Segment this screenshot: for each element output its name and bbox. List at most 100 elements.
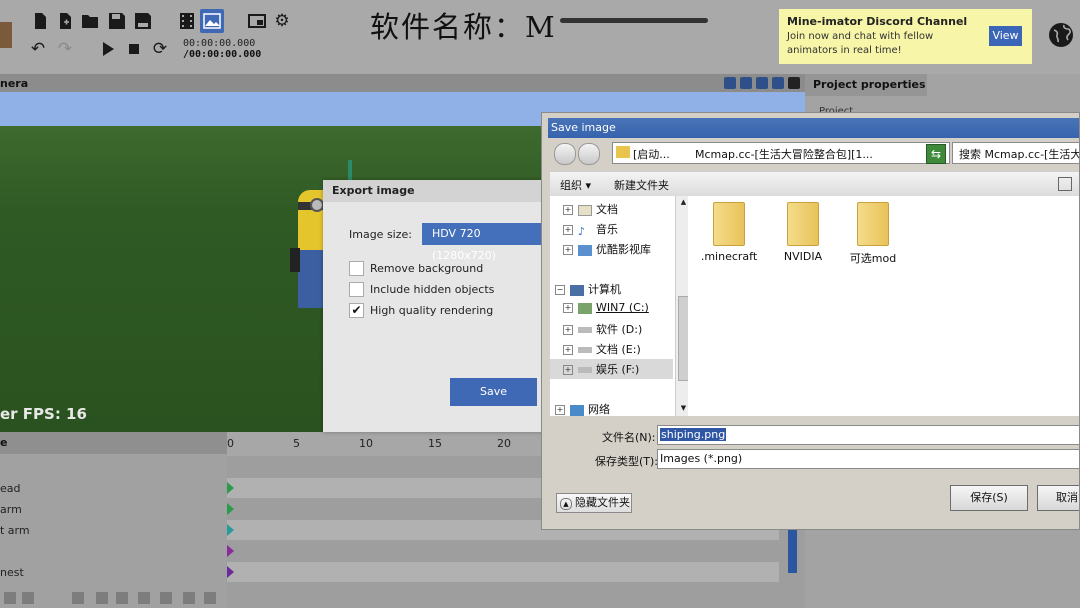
tree-item-drive-c[interactable]: + WIN7 (C:)	[563, 301, 649, 314]
filename-value[interactable]: shiping.png	[660, 428, 727, 441]
timeline-tool-icon[interactable]	[4, 592, 16, 604]
settings-icon[interactable]: ⚙	[273, 12, 291, 30]
timeline-title: e	[0, 436, 8, 449]
folder-item[interactable]: NVIDIA	[768, 202, 838, 263]
image-size-label: Image size:	[349, 228, 412, 241]
tree-item-computer[interactable]: − 计算机	[555, 281, 621, 297]
filename-input[interactable]: shiping.png	[657, 425, 1079, 445]
address-prefix[interactable]: [启动...	[633, 146, 670, 162]
folder-item[interactable]: 可选mod	[838, 202, 908, 266]
fps-readout: er FPS: 16	[0, 405, 87, 423]
tree-item-network[interactable]: + 网络	[555, 401, 610, 417]
keyframe-marker[interactable]	[227, 566, 234, 578]
tree-item-drive-d[interactable]: + 软件 (D:)	[563, 321, 642, 337]
drive-icon	[578, 347, 592, 353]
cancel-button[interactable]: 取消	[1037, 485, 1079, 511]
keyframe-marker[interactable]	[227, 503, 234, 515]
address-path[interactable]: Mcmap.cc-[生活大冒险整合包][1...	[695, 146, 873, 162]
tree-item-youku[interactable]: + 优酷影视库	[563, 241, 651, 257]
render-image-icon[interactable]	[200, 9, 224, 33]
image-size-dropdown[interactable]: HDV 720 (1280x720)	[422, 223, 544, 262]
loop-icon[interactable]: ⟳	[151, 40, 169, 58]
stop-icon[interactable]	[125, 40, 143, 58]
remove-background-checkbox[interactable]	[349, 261, 364, 276]
tree-item-documents[interactable]: + 文档	[563, 201, 618, 217]
address-bar[interactable]: [启动... Mcmap.cc-[生活大冒险整合包][1... ▼	[612, 142, 975, 164]
folder-icon	[857, 202, 889, 246]
hide-folders-button[interactable]: ▲ 隐藏文件夹	[556, 493, 632, 513]
save-button[interactable]: 保存(S)	[950, 485, 1028, 511]
shield-icon[interactable]	[740, 77, 752, 89]
save-icon[interactable]	[108, 12, 126, 30]
camera-settings-icon[interactable]	[756, 77, 768, 89]
cut-icon[interactable]	[138, 592, 150, 604]
open-folder-icon[interactable]	[81, 12, 99, 30]
redaction-scribble	[560, 18, 708, 23]
remove-background-label: Remove background	[370, 262, 484, 275]
timeline-row-label[interactable]: t arm	[0, 524, 30, 537]
export-dialog-titlebar: Export image	[323, 180, 553, 202]
timeline-tool-icon[interactable]	[160, 592, 172, 604]
timeline-tool-icon[interactable]	[72, 592, 84, 604]
new-scene-icon[interactable]	[56, 12, 74, 30]
close-icon[interactable]	[788, 77, 800, 89]
keyframe-marker[interactable]	[227, 524, 234, 536]
timeline-tool-icon[interactable]	[96, 592, 108, 604]
camera-panel-title: nera	[0, 77, 29, 90]
high-quality-checkbox[interactable]: ✔	[349, 303, 364, 318]
refresh-icon[interactable]: ⇆	[926, 144, 946, 164]
folder-icon	[616, 146, 630, 158]
timeline-scrollbar[interactable]	[788, 527, 797, 573]
tree-item-drive-f[interactable]: + 娱乐 (F:)	[563, 361, 639, 377]
play-icon[interactable]	[99, 40, 117, 58]
folder-tree: + 文档 + ♪ 音乐 + 优酷影视库 − 计算机 + WIN7 (C:) + 软件 (D:)…	[550, 196, 691, 417]
forward-button[interactable]	[578, 143, 600, 165]
back-button[interactable]	[554, 143, 576, 165]
filetype-select[interactable]: Images (*.png)	[657, 449, 1079, 469]
timeline-save-icon[interactable]	[22, 592, 34, 604]
undo-icon[interactable]: ↶	[29, 40, 47, 58]
new-folder-button[interactable]: 新建文件夹	[614, 177, 669, 193]
minion-character[interactable]	[290, 190, 326, 315]
keyframe-marker[interactable]	[227, 482, 234, 494]
globe-icon[interactable]	[1048, 22, 1074, 48]
redo-icon[interactable]: ↷	[56, 40, 74, 58]
camera-panel-header: nera	[0, 74, 805, 92]
timeline-tool-icon[interactable]	[116, 592, 128, 604]
discord-view-button[interactable]: View	[989, 26, 1022, 46]
save-as-icon[interactable]	[134, 12, 152, 30]
export-save-button[interactable]: Save	[450, 378, 537, 406]
time-total: /00:00:00.000	[183, 49, 262, 60]
keyframe-marker[interactable]	[227, 545, 234, 557]
ruler-tick: 20	[497, 437, 511, 450]
discord-text: Join now and chat with fellow animators …	[787, 31, 934, 56]
render-video-icon[interactable]	[178, 12, 196, 30]
include-hidden-checkbox[interactable]	[349, 282, 364, 297]
save-dialog-titlebar[interactable]: Save image	[548, 118, 1079, 138]
organize-button[interactable]: 组织 ▾	[560, 177, 591, 193]
timeline-row-label[interactable]: ead	[0, 482, 21, 495]
document-icon	[578, 204, 592, 216]
ruler-tick: 10	[359, 437, 373, 450]
window-icon[interactable]	[248, 12, 266, 30]
view-options-icon[interactable]	[1058, 177, 1072, 191]
camera-tool-icon[interactable]	[724, 77, 736, 89]
timeline-header: e	[0, 432, 227, 454]
tree-item-drive-e[interactable]: + 文档 (E:)	[563, 341, 641, 357]
timeline-tool-icon[interactable]	[204, 592, 216, 604]
camera-options-icon[interactable]	[772, 77, 784, 89]
tree-item-music[interactable]: + ♪ 音乐	[563, 221, 618, 238]
timeline-track[interactable]	[227, 562, 779, 582]
filetype-label: 保存类型(T):	[595, 455, 659, 468]
music-icon: ♪	[578, 224, 586, 238]
folder-item[interactable]: .minecraft	[694, 202, 764, 263]
search-input[interactable]: 搜索 Mcmap.cc-[生活大冒	[952, 142, 1079, 164]
ruler-tick: 5	[293, 437, 300, 450]
timeline-row-label[interactable]: nest	[0, 566, 24, 579]
library-icon	[578, 244, 592, 256]
tab-project-properties[interactable]: Project properties	[805, 74, 927, 96]
timeline-row-label[interactable]: arm	[0, 503, 22, 516]
timeline-tool-icon[interactable]	[183, 592, 195, 604]
new-file-icon[interactable]	[31, 12, 49, 30]
crafting-table-icon[interactable]	[0, 22, 12, 48]
